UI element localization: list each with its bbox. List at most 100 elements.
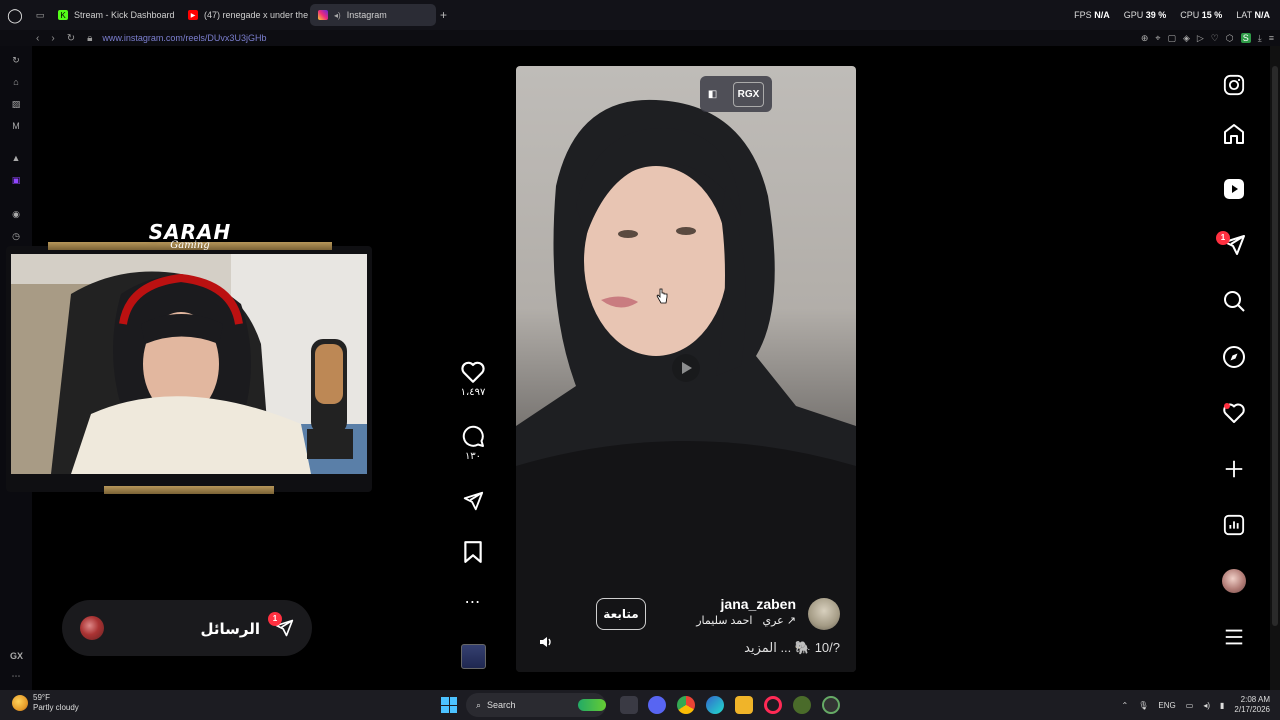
decoration-icon — [578, 699, 606, 711]
heart-icon[interactable]: ♡ — [1211, 33, 1219, 44]
volume-icon[interactable] — [538, 634, 554, 650]
weather-desc: Partly cloudy — [33, 703, 79, 712]
nav-messages[interactable]: 1 — [1216, 229, 1250, 261]
lock-icon[interactable]: 🔒︎ — [87, 33, 92, 44]
search-icon: ⌕ — [476, 699, 482, 710]
weather-temp: 59°F — [33, 693, 50, 702]
sarah-gaming-logo: SARAH Gaming — [140, 220, 240, 264]
m-icon[interactable]: M — [10, 120, 22, 132]
webcam-video — [11, 254, 367, 474]
nav-search[interactable] — [1218, 285, 1250, 317]
url-field[interactable]: www.instagram.com/reels/DUvx3U3jGHb — [102, 33, 266, 43]
weather-widget[interactable]: 59°F Partly cloudy — [12, 693, 79, 713]
nav-explore[interactable] — [1218, 341, 1250, 373]
history-icon[interactable]: ◷ — [10, 230, 22, 242]
scroll-thumb[interactable] — [1272, 66, 1278, 626]
new-tab-button[interactable]: + — [440, 8, 447, 22]
reels-icon — [1224, 179, 1244, 199]
nav-create[interactable] — [1218, 453, 1250, 485]
kick-icon: K — [58, 10, 68, 20]
address-bar: ‹ › ↻ 🔒︎ www.instagram.com/reels/DUvx3U3… — [0, 30, 1280, 46]
profile-icon[interactable]: S — [1240, 33, 1251, 43]
play-icon[interactable]: ▷ — [1197, 33, 1204, 44]
tab-kick[interactable]: K Stream - Kick Dashboard — [50, 4, 180, 26]
reel-video-image — [516, 99, 856, 672]
nav-dashboard[interactable] — [1218, 509, 1250, 541]
follow-button[interactable]: متابعة — [596, 598, 646, 630]
network-icon[interactable]: ▭ — [1186, 701, 1194, 710]
task-view-icon[interactable] — [620, 696, 638, 714]
nav-reels[interactable] — [1218, 173, 1250, 205]
opera-gx-icon[interactable] — [764, 696, 782, 714]
bag-icon[interactable]: ⌂ — [10, 76, 22, 88]
tab-label: Stream - Kick Dashboard — [74, 10, 175, 20]
reel-user-avatar[interactable] — [808, 598, 840, 630]
workspaces-icon[interactable]: ▭ — [30, 10, 50, 21]
extensions-icon[interactable]: ⬡ — [1226, 33, 1234, 44]
comment-button[interactable]: ١٣٠ — [458, 424, 488, 462]
app-icon-2[interactable] — [822, 696, 840, 714]
nav-more[interactable] — [1218, 621, 1250, 653]
insights-icon — [1223, 514, 1245, 536]
shield-icon[interactable]: ◈ — [1183, 33, 1190, 44]
player-icon[interactable]: ◉ — [10, 208, 22, 220]
reload-icon[interactable]: ↻ — [67, 33, 75, 44]
browser-tab-bar: ◯ ▭ K Stream - Kick Dashboard ▶ (47) ren… — [0, 0, 1280, 30]
discord-icon[interactable] — [648, 696, 666, 714]
pip-icon[interactable]: ◧ — [708, 89, 717, 100]
comment-count: ١٣٠ — [464, 451, 482, 462]
opera-logo-icon[interactable]: ◯ — [0, 0, 30, 30]
more-options-icon[interactable]: ⋯ — [458, 592, 488, 612]
chevron-up-icon[interactable]: ⌃ — [1122, 701, 1129, 710]
windows-start-icon[interactable] — [441, 697, 457, 713]
clock[interactable]: 2:08 AM 2/17/2026 — [1234, 695, 1270, 715]
mic-icon[interactable]: 🎙︎ — [1138, 701, 1148, 710]
clock-time: 2:08 AM — [1240, 695, 1270, 704]
battery-icon[interactable]: ▮ — [1220, 701, 1224, 710]
messages-button[interactable]: الرسائل 1 — [62, 600, 312, 656]
audio-thumbnail[interactable] — [461, 644, 486, 669]
reel-username[interactable]: jana_zaben — [721, 596, 796, 612]
forward-icon[interactable]: › — [51, 33, 54, 44]
more-icon[interactable]: ⋯ — [10, 670, 22, 682]
chrome-icon[interactable] — [677, 696, 695, 714]
edge-icon[interactable] — [706, 696, 724, 714]
reel-caption[interactable]: ?/10 🐘 ... المزيد — [744, 640, 840, 656]
tab-label: Instagram — [346, 10, 387, 20]
refresh-icon[interactable]: ↻ — [10, 54, 22, 66]
nav-notifications[interactable] — [1218, 397, 1250, 429]
menu-icon[interactable]: ≡ — [1269, 33, 1274, 43]
tab-instagram[interactable]: ◂) Instagram — [310, 4, 436, 26]
zoom-icon[interactable]: ⊕ — [1141, 33, 1149, 44]
overlay-gold-bar-bottom — [104, 486, 274, 494]
download-icon[interactable]: ⤓ — [1258, 33, 1262, 44]
nav-home[interactable] — [1218, 118, 1250, 150]
language-indicator[interactable]: ENG — [1158, 701, 1175, 710]
weather-icon — [12, 695, 28, 711]
file-explorer-icon[interactable] — [735, 696, 753, 714]
rgx-overlay[interactable]: ◧ RGX — [700, 76, 772, 112]
reel-video[interactable] — [516, 66, 856, 672]
snapshot-icon[interactable]: ▢ — [1167, 33, 1176, 44]
twitch-icon[interactable]: ▣ — [10, 174, 22, 186]
like-button[interactable]: ١،٤٩٧ — [458, 360, 488, 398]
hand-cursor-icon — [656, 288, 668, 304]
pin-icon[interactable]: ⌖ — [1155, 33, 1160, 44]
performance-stats: FPS N/A GPU 39 % CPU 15 % LAT N/A — [1074, 0, 1280, 30]
nav-instagram[interactable] — [1218, 69, 1250, 101]
page-scrollbar[interactable] — [1270, 46, 1280, 690]
save-button[interactable] — [458, 540, 488, 564]
shop-icon[interactable]: ▨ — [10, 98, 22, 110]
tab-youtube[interactable]: ▶ (47) renegade x under the — [180, 4, 310, 26]
back-icon[interactable]: ‹ — [36, 33, 39, 44]
messages-avatar — [80, 616, 104, 640]
aria-icon[interactable]: ▲ — [10, 152, 22, 164]
nav-profile[interactable] — [1218, 565, 1250, 597]
app-icon[interactable] — [793, 696, 811, 714]
volume-icon[interactable]: ◂) — [1203, 701, 1210, 710]
share-button[interactable] — [458, 490, 488, 512]
lat-stat: LAT N/A — [1236, 10, 1270, 20]
rgx-button[interactable]: RGX — [732, 81, 765, 107]
youtube-icon: ▶ — [188, 10, 198, 20]
audio-line[interactable]: ↗ عري احمد سليمار — [696, 614, 796, 627]
